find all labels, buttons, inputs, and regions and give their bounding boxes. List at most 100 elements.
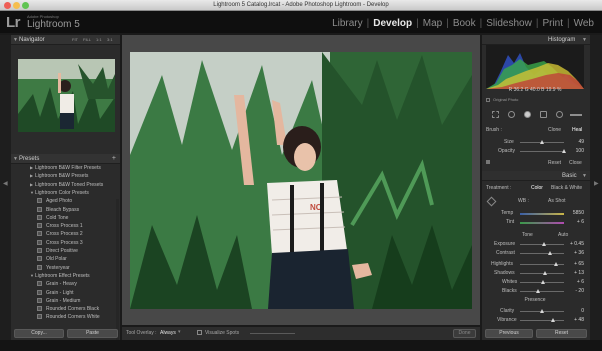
preset-item[interactable]: Bleach Bypass — [11, 206, 120, 214]
brush-close-button[interactable]: Close — [569, 160, 582, 166]
folder-toggle-icon[interactable]: ▶ — [30, 182, 33, 187]
temp-slider[interactable] — [520, 213, 564, 215]
preset-item[interactable]: Cross Process 1 — [11, 222, 120, 230]
original-photo-checkbox[interactable] — [486, 98, 490, 102]
collapse-triangle-icon[interactable]: ▼ — [13, 156, 18, 162]
collapse-left-icon[interactable]: ◀ — [3, 180, 8, 187]
tone-slider-value[interactable]: + 6 — [566, 279, 584, 285]
tone-slider-track[interactable] — [520, 253, 564, 254]
navigator-preview[interactable] — [18, 59, 115, 132]
vibrance-slider-knob[interactable] — [550, 318, 555, 322]
radial-filter-icon[interactable] — [556, 111, 563, 118]
collapse-triangle-icon[interactable]: ▼ — [582, 173, 587, 179]
done-button[interactable]: Done — [453, 329, 476, 338]
preset-folder[interactable]: ▼ Lightroom Effect Presets — [11, 272, 120, 280]
preset-item[interactable]: Grain - Heavy — [11, 280, 120, 288]
histogram-header[interactable]: Histogram ▼ — [482, 35, 590, 45]
module-book[interactable]: Book — [449, 18, 480, 29]
eyedropper-icon[interactable] — [486, 196, 497, 207]
clarity-value[interactable]: 0 — [566, 308, 584, 314]
preset-item[interactable]: Rounded Corners White — [11, 313, 120, 321]
collapse-triangle-icon[interactable]: ▼ — [582, 37, 587, 43]
tint-slider[interactable] — [520, 222, 564, 224]
clarity-slider-knob[interactable] — [540, 309, 544, 313]
toggle-switch-icon[interactable] — [486, 160, 490, 164]
zoom-fit[interactable]: FIT — [72, 37, 78, 42]
preset-folder[interactable]: ▼ Lightroom Color Presets — [11, 189, 120, 197]
tone-slider-knob[interactable] — [535, 289, 540, 293]
right-panel-edge[interactable]: ▶ — [590, 35, 602, 340]
zoom-1-1[interactable]: 1:1 — [96, 37, 102, 42]
preset-item[interactable]: Grain - Medium — [11, 297, 120, 305]
preset-item[interactable]: Direct Positive — [11, 247, 120, 255]
tone-slider-value[interactable]: + 0.45 — [566, 241, 584, 247]
folder-toggle-icon[interactable]: ▶ — [30, 165, 33, 170]
preset-item[interactable]: Cross Process 2 — [11, 230, 120, 238]
tone-slider-knob[interactable] — [541, 242, 546, 246]
zoom-3-1[interactable]: 3:1 — [107, 37, 113, 42]
preset-item[interactable]: Rounded Corners Black — [11, 305, 120, 313]
preset-folder[interactable]: ▶ Lightroom B&W Filter Presets — [11, 164, 120, 172]
module-print[interactable]: Print — [538, 18, 567, 29]
opacity-value[interactable]: 100 — [566, 148, 584, 154]
dropdown-arrow-icon[interactable]: ▾ — [178, 329, 181, 335]
red-eye-tool-icon[interactable] — [524, 111, 531, 118]
vibrance-slider[interactable] — [520, 320, 564, 321]
module-slideshow[interactable]: Slideshow — [482, 18, 536, 29]
preset-item[interactable]: Cold Tone — [11, 214, 120, 222]
clone-mode[interactable]: Clone — [548, 127, 561, 133]
copy-settings-button[interactable]: Copy... — [14, 329, 64, 338]
add-preset-icon[interactable]: + — [112, 155, 116, 162]
preset-item[interactable]: Aged Photo — [11, 197, 120, 205]
brush-reset-button[interactable]: Reset — [548, 160, 561, 166]
temp-value[interactable]: 5850 — [566, 210, 584, 216]
navigator-header[interactable]: ▼ Navigator FIT FILL 1:1 3:1 — [11, 35, 120, 45]
preset-folder[interactable]: ▶ Lightroom B&W Presets — [11, 172, 120, 180]
tone-slider-value[interactable]: - 20 — [566, 288, 584, 294]
left-panel-edge[interactable]: ◀ — [0, 35, 11, 340]
opacity-slider[interactable] — [520, 151, 564, 152]
heal-mode[interactable]: Heal — [572, 127, 582, 133]
zoom-fill[interactable]: FILL — [83, 37, 91, 42]
module-map[interactable]: Map — [419, 18, 446, 29]
preset-item[interactable]: Cross Process 3 — [11, 239, 120, 247]
presets-header[interactable]: ▼ Presets + — [11, 154, 120, 164]
treatment-bw[interactable]: Black & White — [551, 185, 582, 191]
collapse-right-icon[interactable]: ▶ — [594, 180, 599, 187]
tone-slider-knob[interactable] — [554, 262, 559, 266]
wb-select[interactable]: As Shot — [548, 198, 566, 204]
size-value[interactable]: 49 — [566, 139, 584, 145]
tone-slider-value[interactable]: + 13 — [566, 270, 584, 276]
preset-folder[interactable]: ▶ Lightroom B&W Toned Presets — [11, 181, 120, 189]
tint-value[interactable]: + 6 — [566, 219, 584, 225]
module-web[interactable]: Web — [570, 18, 598, 29]
spot-removal-tool-icon[interactable] — [508, 111, 515, 118]
histogram-chart[interactable] — [486, 45, 584, 89]
crop-tool-icon[interactable] — [492, 111, 499, 118]
module-develop[interactable]: Develop — [369, 18, 416, 29]
reset-button[interactable]: Reset — [536, 329, 587, 338]
tone-slider-knob[interactable] — [542, 271, 547, 275]
tone-slider-value[interactable]: + 65 — [566, 261, 584, 267]
paste-settings-button[interactable]: Paste — [67, 329, 118, 338]
visualize-spots-slider[interactable] — [250, 333, 295, 334]
preset-item[interactable]: Grain - Light — [11, 289, 120, 297]
treatment-color[interactable]: Color — [531, 185, 543, 191]
graduated-filter-icon[interactable] — [540, 111, 547, 118]
previous-button[interactable]: Previous — [485, 329, 533, 338]
auto-tone-button[interactable]: Auto — [558, 232, 568, 238]
tone-slider-track[interactable] — [520, 291, 564, 292]
photo-canvas[interactable]: NO — [122, 35, 480, 325]
tone-slider-value[interactable]: + 36 — [566, 250, 584, 256]
folder-toggle-icon[interactable]: ▼ — [30, 273, 34, 278]
module-library[interactable]: Library — [328, 18, 367, 29]
folder-toggle-icon[interactable]: ▶ — [30, 173, 33, 178]
vibrance-value[interactable]: + 48 — [566, 317, 584, 323]
collapse-triangle-icon[interactable]: ▼ — [13, 37, 18, 43]
basic-header[interactable]: Basic ▼ — [482, 171, 590, 181]
visualize-spots-checkbox[interactable] — [197, 330, 202, 335]
tool-overlay-select[interactable]: Always — [160, 330, 176, 336]
tone-slider-knob[interactable] — [541, 280, 546, 284]
presets-scrollbar[interactable] — [116, 199, 119, 349]
size-slider-knob[interactable] — [539, 140, 544, 144]
